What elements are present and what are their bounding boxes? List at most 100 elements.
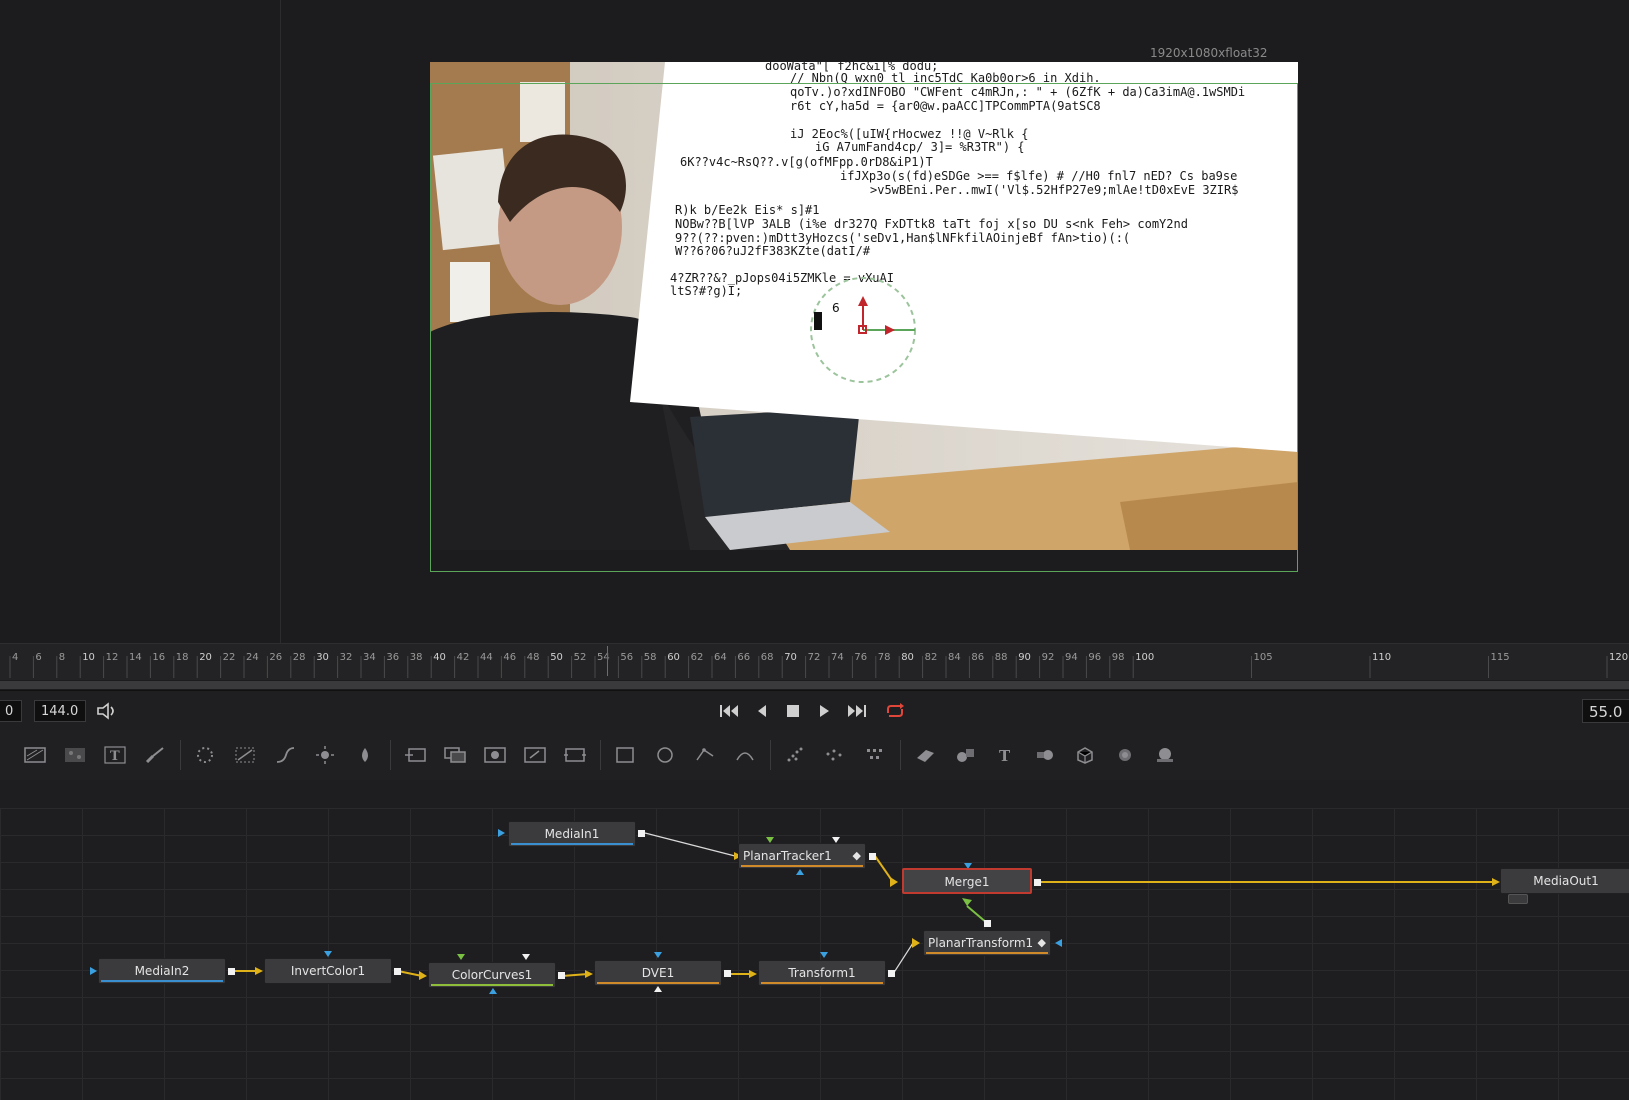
ruler-tick-label: 86 [971,652,984,663]
planartracker1-output-port[interactable] [869,853,876,860]
node-planartransform1[interactable]: PlanarTransform1 ◆ [923,930,1051,956]
renderer-3d-icon[interactable] [1072,742,1098,768]
mask-tool-icon[interactable] [482,742,508,768]
camera-3d-icon[interactable] [1112,742,1138,768]
ruler-tick-label: 14 [129,652,142,663]
node-merge1[interactable]: Merge1 [902,868,1032,894]
planartransform1-output-port[interactable] [984,920,991,927]
node-label: Transform1 [788,966,856,980]
current-frame-field[interactable]: 55.0 [1582,699,1629,723]
ruler-tick-label: 34 [363,652,376,663]
ruler-tick-label: 84 [948,652,961,663]
go-to-end-icon[interactable] [846,701,868,721]
bspline-mask-icon[interactable] [732,742,758,768]
ruler-tick-label: 68 [761,652,774,663]
node-invertcolor1[interactable]: InvertColor1 [264,958,392,984]
link-mediain1-planartracker [644,832,736,857]
particles-icon[interactable] [192,742,218,768]
transform1-output-port[interactable] [888,970,895,977]
ruler-tick-label: 36 [386,652,399,663]
mediain2-input-tri [90,967,97,975]
mediain1-output-port[interactable] [638,830,645,837]
colorcurves1-output-port[interactable] [558,972,565,979]
prender-icon[interactable] [822,742,848,768]
rectangle-mask-icon[interactable] [612,742,638,768]
stop-icon[interactable] [783,701,803,721]
node-mediaout1[interactable]: MediaOut1 [1500,868,1629,894]
node-transform1[interactable]: Transform1 [758,960,886,986]
end-frame-field[interactable]: 144.0 [34,700,86,722]
ruler-tick-label: 82 [925,652,938,663]
ruler-tick-label: 46 [503,652,516,663]
node-mediain1[interactable]: MediaIn1 [508,821,636,847]
image-plane-3d-icon[interactable] [912,742,938,768]
ruler-tick-label: 20 [199,652,212,663]
blur-drop-icon[interactable] [352,742,378,768]
text-3d-icon[interactable]: T [992,742,1018,768]
playhead[interactable] [606,646,608,676]
loader-icon[interactable] [402,742,428,768]
start-frame-field[interactable]: 0 [0,700,22,722]
curves-icon[interactable] [272,742,298,768]
timeline-ruler[interactable]: 4 6 8 10 12 14 16 18 20 22 24 26 28 30 32 34 36 38 40 42 44 4… [0,643,1629,680]
ruler-tick-label: 26 [269,652,282,663]
color-correct-icon[interactable] [232,742,258,768]
invertcolor1-output-port[interactable] [394,968,401,975]
shape-3d-icon[interactable] [952,742,978,768]
svg-text:T: T [110,749,120,764]
resolution-label: 1920x1080xfloat32 [1150,46,1268,60]
background-tool-icon[interactable] [22,742,48,768]
polygon-mask-icon[interactable] [692,742,718,768]
ruler-tick-label: 64 [714,652,727,663]
pgrid-icon[interactable] [862,742,888,768]
text-tool-icon[interactable]: T [102,742,128,768]
speaker-icon[interactable] [96,701,120,721]
link-curves-dve [561,973,589,977]
node-editor[interactable]: MediaIn1 PlanarTracker1 ◆ Merge1 MediaOu… [0,808,1629,1100]
ruler-tick-label: 30 [316,652,329,663]
ruler-tick-label: 10 [82,652,95,663]
light-3d-icon[interactable] [1152,742,1178,768]
node-label: Merge1 [944,875,990,889]
ellipse-mask-icon[interactable] [652,742,678,768]
left-panel [0,0,281,643]
ruler-tick-label: 115 [1491,652,1510,663]
dve1-output-port[interactable] [724,970,731,977]
tool-palette: T T [0,730,1629,781]
fast-noise-icon[interactable] [62,742,88,768]
brightness-icon[interactable] [312,742,338,768]
ruler-tick-label: 98 [1112,652,1125,663]
link-invert-curves [397,970,423,977]
mediain2-output-port[interactable] [228,968,235,975]
pemitter-icon[interactable] [782,742,808,768]
ruler-tick-label: 56 [620,652,633,663]
ruler-tick-label: 44 [480,652,493,663]
resize-tool-icon[interactable] [522,742,548,768]
node-planartracker1[interactable]: PlanarTracker1 ◆ [738,843,866,869]
ruler-tick-label: 50 [550,652,563,663]
ruler-tick-label: 74 [831,652,844,663]
transport-bar: 0 144.0 55.0 [0,690,1629,731]
timeline-scrub-bar[interactable] [0,681,1629,689]
mediaout-view-indicator[interactable] [1508,894,1528,904]
ruler-tick-label: 72 [808,652,821,663]
transform-tool-icon[interactable] [562,742,588,768]
ruler-tick-label: 4 [12,652,18,663]
ruler-tick-label: 24 [246,652,259,663]
node-label: PlanarTransform1 [928,936,1034,950]
node-dve1[interactable]: DVE1 [594,960,722,986]
node-colorcurves1[interactable]: ColorCurves1 [428,962,556,988]
node-mediain2[interactable]: MediaIn2 [98,958,226,984]
mediain1-input-tri [498,829,505,837]
merge-3d-icon[interactable] [1032,742,1058,768]
play-icon[interactable] [814,701,834,721]
paint-brush-icon[interactable] [142,742,168,768]
ruler-tick-label: 62 [691,652,704,663]
ruler-tick-label: 80 [901,652,914,663]
ruler-tick-label: 16 [152,652,165,663]
merge-tool-icon[interactable] [442,742,468,768]
go-to-start-icon[interactable] [718,701,740,721]
merge1-output-port[interactable] [1034,879,1041,886]
step-back-icon[interactable] [752,701,772,721]
loop-icon[interactable] [883,701,907,721]
